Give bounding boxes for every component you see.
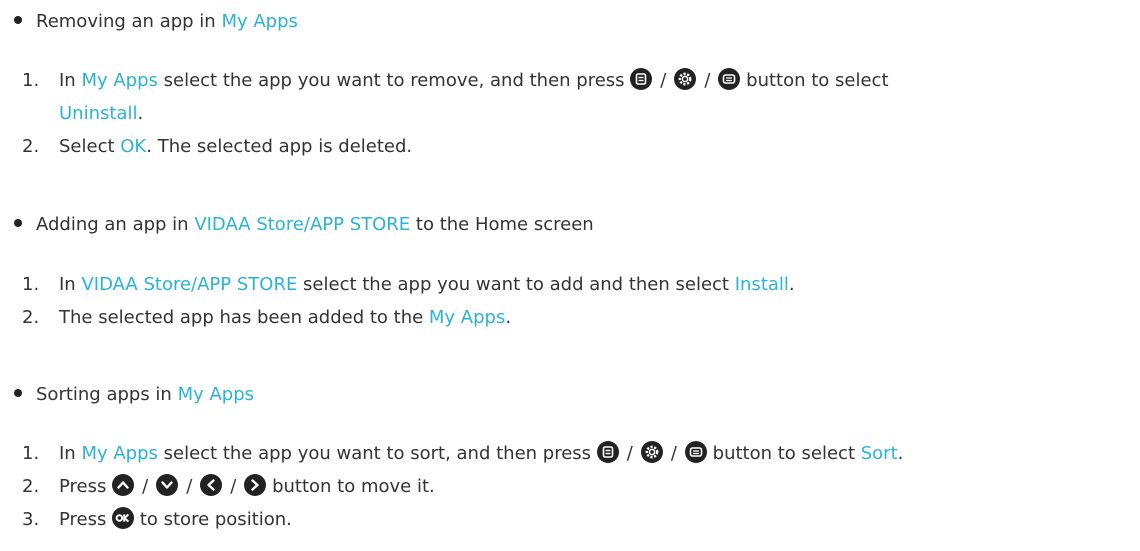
step-item: 3. Press to store position. — [22, 507, 292, 530]
arrow-left-icon — [200, 474, 223, 496]
arrow-up-icon — [112, 474, 135, 496]
settings-icon — [640, 441, 663, 463]
my-apps-link: My Apps — [81, 70, 158, 91]
step-continuation: Uninstall. — [59, 103, 144, 124]
ok-link: OK — [120, 136, 147, 157]
arrow-right-icon — [244, 474, 267, 496]
sort-link: Sort — [860, 443, 898, 464]
my-apps-link: My Apps — [221, 11, 298, 32]
section-heading: Adding an app in VIDAA Store/APP STORE t… — [14, 212, 594, 238]
my-apps-link: My Apps — [428, 307, 506, 328]
step-item: 1. In VIDAA Store/APP STORE select the ap… — [22, 274, 795, 295]
section-heading: Removing an app in My Apps — [14, 9, 298, 35]
my-apps-link: My Apps — [81, 443, 158, 464]
menu-icon — [630, 68, 653, 90]
menu-icon — [596, 441, 619, 463]
settings-icon — [674, 68, 697, 90]
step-item: 2. Select OK. The selected app is deleted… — [22, 136, 413, 157]
arrow-down-icon — [156, 474, 179, 496]
step-item: 2. Press / / / button to move it. — [22, 474, 435, 497]
help-page: Removing an app in My Apps 1. In My Apps … — [0, 0, 1140, 551]
menu-icon — [718, 68, 741, 90]
ok-icon — [112, 507, 135, 529]
vidaa-store-link: VIDAA Store/APP STORE — [81, 274, 298, 295]
step-item: 1. In My Apps select the app you want to … — [22, 441, 904, 464]
menu-icon — [684, 441, 707, 463]
my-apps-link: My Apps — [177, 384, 255, 405]
uninstall-link: Uninstall — [59, 103, 138, 124]
bullet-icon — [14, 219, 22, 227]
install-link: Install — [734, 274, 789, 295]
step-item: 1. In My Apps select the app you want to … — [22, 68, 889, 91]
vidaa-store-link: VIDAA Store/APP STORE — [194, 214, 411, 235]
step-item: 2. The selected app has been added to the… — [22, 307, 512, 328]
bullet-icon — [14, 389, 22, 397]
section-heading: Sorting apps in My Apps — [14, 382, 254, 408]
bullet-icon — [14, 16, 22, 24]
